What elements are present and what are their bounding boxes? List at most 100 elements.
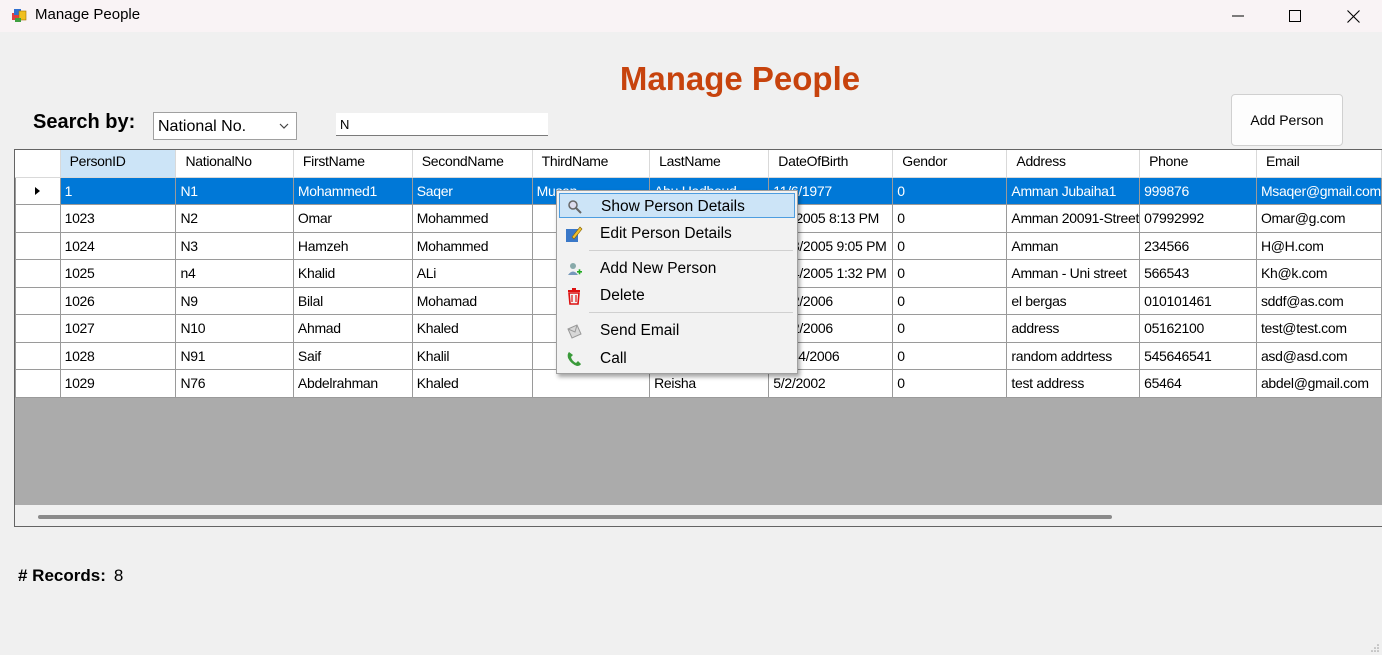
menu-item-label: Add New Person [600,260,717,277]
menu-item-delete[interactable]: Delete [559,283,795,308]
table-cell[interactable]: Khalil [411,341,533,370]
table-cell[interactable]: N3 [175,231,294,260]
close-button[interactable] [1324,0,1382,32]
table-cell[interactable]: N2 [175,204,294,233]
menu-item-show-person-details[interactable]: Show Person Details [559,193,795,218]
table-cell[interactable]: Msaqer@gmail.com [1255,176,1382,205]
table-cell[interactable]: 999876 [1139,176,1257,205]
table-cell[interactable]: Hamzeh [292,231,413,260]
table-cell[interactable]: N91 [175,341,294,370]
row-header[interactable] [15,204,61,233]
menu-item-add-new-person[interactable]: Add New Person [559,256,795,281]
table-cell[interactable]: Mohammed [411,204,533,233]
table-cell[interactable]: 1027 [59,314,177,343]
minimize-button[interactable] [1209,0,1267,32]
table-cell[interactable]: Amman - Uni street [1006,259,1141,288]
column-header[interactable]: SecondName [411,150,533,178]
table-cell[interactable]: N76 [175,369,294,398]
column-header[interactable]: ThirdName [531,150,651,178]
row-header[interactable] [15,259,61,288]
table-cell[interactable]: Khalid [292,259,413,288]
table-cell[interactable]: N1 [175,176,294,205]
table-cell[interactable]: 0 [892,204,1008,233]
table-cell[interactable]: H@H.com [1255,231,1382,260]
table-cell[interactable]: abdel@gmail.com [1255,369,1382,398]
resize-grip-icon[interactable] [1371,644,1379,652]
scrollbar-thumb[interactable] [38,515,1112,519]
table-cell[interactable]: Ahmad [292,314,413,343]
table-cell[interactable]: Omar@g.com [1255,204,1382,233]
column-header[interactable]: Email [1255,150,1382,178]
table-cell[interactable]: 0 [892,341,1008,370]
table-cell[interactable]: Amman [1006,231,1141,260]
table-cell[interactable]: Bilal [292,286,413,315]
table-cell[interactable]: asd@asd.com [1255,341,1382,370]
menu-item-send-email[interactable]: Send Email [559,318,795,343]
search-filter-dropdown[interactable]: National No. [153,112,297,140]
column-header[interactable]: Gendor [892,150,1008,178]
table-cell[interactable]: ALi [411,259,533,288]
table-cell[interactable]: sddf@as.com [1255,286,1382,315]
column-header[interactable]: PersonID [59,150,177,178]
menu-item-edit-person-details[interactable]: Edit Person Details [559,221,795,246]
row-header[interactable] [15,369,61,398]
column-header[interactable]: Phone [1139,150,1257,178]
add-person-button[interactable]: Add Person [1231,94,1343,146]
column-header[interactable]: Address [1006,150,1141,178]
table-cell[interactable]: 05162100 [1139,314,1257,343]
table-cell[interactable]: N10 [175,314,294,343]
row-header[interactable] [15,341,61,370]
row-header[interactable] [15,286,61,315]
table-cell[interactable]: 1029 [59,369,177,398]
table-cell[interactable]: 0 [892,176,1008,205]
table-cell[interactable]: Saif [292,341,413,370]
table-cell[interactable]: Amman 20091-Street [1006,204,1141,233]
table-cell[interactable]: Mohammed [411,231,533,260]
table-cell[interactable]: 566543 [1139,259,1257,288]
maximize-button[interactable] [1266,0,1324,32]
table-cell[interactable]: 0 [892,259,1008,288]
table-cell[interactable]: 1025 [59,259,177,288]
table-cell[interactable]: address [1006,314,1141,343]
table-cell[interactable]: Amman Jubaiha1 [1006,176,1141,205]
table-cell[interactable]: 0 [892,231,1008,260]
table-cell[interactable]: 545646541 [1139,341,1257,370]
table-cell[interactable]: Khaled [411,369,533,398]
table-cell[interactable]: 010101461 [1139,286,1257,315]
table-cell[interactable]: Omar [292,204,413,233]
table-cell[interactable]: 0 [892,314,1008,343]
table-cell[interactable]: 07992992 [1139,204,1257,233]
table-cell[interactable]: N9 [175,286,294,315]
table-cell[interactable]: Mohamad [411,286,533,315]
table-cell[interactable]: 65464 [1139,369,1257,398]
table-cell[interactable]: random addrtess [1006,341,1141,370]
table-cell[interactable]: 234566 [1139,231,1257,260]
table-cell[interactable]: 1024 [59,231,177,260]
column-header[interactable]: DateOfBirth [768,150,894,178]
search-input[interactable] [336,113,548,136]
column-header[interactable]: NationalNo [175,150,294,178]
table-cell[interactable]: test@test.com [1255,314,1382,343]
table-cell[interactable]: 1026 [59,286,177,315]
table-cell[interactable]: Mohammed1 [292,176,413,205]
row-header[interactable] [15,176,61,205]
current-row-arrow-icon [34,186,40,195]
column-header[interactable]: FirstName [292,150,413,178]
table-cell[interactable]: Kh@k.com [1255,259,1382,288]
table-cell[interactable]: 1023 [59,204,177,233]
table-cell[interactable]: test address [1006,369,1141,398]
row-header[interactable] [15,314,61,343]
table-cell[interactable]: 0 [892,369,1008,398]
row-header[interactable] [15,231,61,260]
horizontal-scrollbar[interactable] [15,505,1382,526]
column-header[interactable]: LastName [649,150,770,178]
table-cell[interactable]: Saqer [411,176,533,205]
table-cell[interactable]: 1 [59,176,177,205]
table-cell[interactable]: Abdelrahman [292,369,413,398]
table-cell[interactable]: el bergas [1006,286,1141,315]
table-cell[interactable]: Khaled [411,314,533,343]
menu-item-call[interactable]: Call [559,346,795,371]
table-cell[interactable]: 0 [892,286,1008,315]
table-cell[interactable]: 1028 [59,341,177,370]
table-cell[interactable]: n4 [175,259,294,288]
